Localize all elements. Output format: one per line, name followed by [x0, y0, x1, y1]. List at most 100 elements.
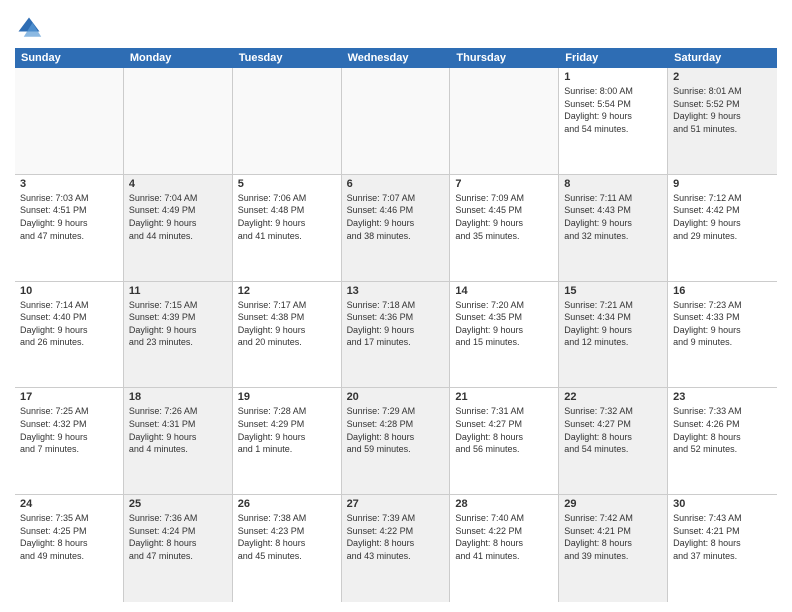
logo-icon — [15, 14, 43, 42]
calendar-cell: 5 Sunrise: 7:06 AM Sunset: 4:48 PM Daylig… — [233, 175, 342, 281]
calendar-cell: 18 Sunrise: 7:26 AM Sunset: 4:31 PM Dayli… — [124, 388, 233, 494]
cell-detail: Sunrise: 7:40 AM Sunset: 4:22 PM Dayligh… — [455, 512, 553, 562]
header — [15, 10, 777, 42]
calendar-cell: 22 Sunrise: 7:32 AM Sunset: 4:27 PM Dayli… — [559, 388, 668, 494]
calendar-cell: 15Sunrise: 7:21 AM Sunset: 4:34 PM Dayli… — [559, 282, 668, 388]
day-number: 27 — [347, 498, 445, 510]
calendar-row: 10 Sunrise: 7:14 AM Sunset: 4:40 PM Dayli… — [15, 282, 777, 389]
day-number: 30 — [673, 498, 772, 510]
calendar-body: 1 Sunrise: 8:00 AM Sunset: 5:54 PM Daylig… — [15, 68, 777, 602]
calendar-cell — [450, 68, 559, 174]
calendar-cell: 6 Sunrise: 7:07 AM Sunset: 4:46 PM Daylig… — [342, 175, 451, 281]
calendar-cell: 3 Sunrise: 7:03 AM Sunset: 4:51 PM Daylig… — [15, 175, 124, 281]
day-number: 4 — [129, 178, 227, 190]
day-number: 24 — [20, 498, 118, 510]
calendar-cell: 2 Sunrise: 8:01 AM Sunset: 5:52 PM Daylig… — [668, 68, 777, 174]
day-number: 1 — [564, 71, 662, 83]
calendar-cell: 26Sunrise: 7:38 AM Sunset: 4:23 PM Dayli… — [233, 495, 342, 602]
calendar-cell: 28 Sunrise: 7:40 AM Sunset: 4:22 PM Dayli… — [450, 495, 559, 602]
calendar-cell: 4 Sunrise: 7:04 AM Sunset: 4:49 PM Daylig… — [124, 175, 233, 281]
cell-detail: Sunrise: 7:12 AM Sunset: 4:42 PM Dayligh… — [673, 192, 772, 242]
weekday-header: Monday — [124, 48, 233, 68]
day-number: 17 — [20, 391, 118, 403]
cell-detail: Sunrise: 7:04 AM Sunset: 4:49 PM Dayligh… — [129, 192, 227, 242]
calendar-header: SundayMondayTuesdayWednesdayThursdayFrid… — [15, 48, 777, 68]
calendar-cell: 27 Sunrise: 7:39 AM Sunset: 4:22 PM Dayli… — [342, 495, 451, 602]
cell-detail: Sunrise: 7:26 AM Sunset: 4:31 PM Dayligh… — [129, 405, 227, 455]
weekday-header: Thursday — [450, 48, 559, 68]
cell-detail: Sunrise: 7:43 AM Sunset: 4:21 PM Dayligh… — [673, 512, 772, 562]
calendar-cell: 11 Sunrise: 7:15 AM Sunset: 4:39 PM Dayli… — [124, 282, 233, 388]
day-number: 11 — [129, 285, 227, 297]
calendar-cell — [15, 68, 124, 174]
calendar-cell: 10 Sunrise: 7:14 AM Sunset: 4:40 PM Dayli… — [15, 282, 124, 388]
calendar-cell — [342, 68, 451, 174]
calendar-row: 1 Sunrise: 8:00 AM Sunset: 5:54 PM Daylig… — [15, 68, 777, 175]
calendar-cell: 30 Sunrise: 7:43 AM Sunset: 4:21 PM Dayli… — [668, 495, 777, 602]
day-number: 3 — [20, 178, 118, 190]
cell-detail: Sunrise: 7:20 AM Sunset: 4:35 PM Dayligh… — [455, 299, 553, 349]
weekday-header: Friday — [559, 48, 668, 68]
weekday-header: Saturday — [668, 48, 777, 68]
day-number: 9 — [673, 178, 772, 190]
day-number: 28 — [455, 498, 553, 510]
day-number: 25 — [129, 498, 227, 510]
day-number: 15 — [564, 285, 662, 297]
day-number: 14 — [455, 285, 553, 297]
day-number: 21 — [455, 391, 553, 403]
cell-detail: Sunrise: 7:03 AM Sunset: 4:51 PM Dayligh… — [20, 192, 118, 242]
calendar-cell: 17 Sunrise: 7:25 AM Sunset: 4:32 PM Dayli… — [15, 388, 124, 494]
day-number: 18 — [129, 391, 227, 403]
day-number: 22 — [564, 391, 662, 403]
calendar-cell: 19 Sunrise: 7:28 AM Sunset: 4:29 PM Dayli… — [233, 388, 342, 494]
day-number: 20 — [347, 391, 445, 403]
weekday-header: Wednesday — [342, 48, 451, 68]
day-number: 7 — [455, 178, 553, 190]
calendar-cell: 12 Sunrise: 7:17 AM Sunset: 4:38 PM Dayli… — [233, 282, 342, 388]
cell-detail: Sunrise: 7:09 AM Sunset: 4:45 PM Dayligh… — [455, 192, 553, 242]
cell-detail: Sunrise: 7:17 AM Sunset: 4:38 PM Dayligh… — [238, 299, 336, 349]
calendar-row: 17 Sunrise: 7:25 AM Sunset: 4:32 PM Dayli… — [15, 388, 777, 495]
day-number: 23 — [673, 391, 772, 403]
day-number: 2 — [673, 71, 772, 83]
cell-detail: Sunrise: 7:33 AM Sunset: 4:26 PM Dayligh… — [673, 405, 772, 455]
cell-detail: Sunrise: 7:31 AM Sunset: 4:27 PM Dayligh… — [455, 405, 553, 455]
calendar-cell: 1 Sunrise: 8:00 AM Sunset: 5:54 PM Daylig… — [559, 68, 668, 174]
cell-detail: Sunrise: 7:11 AM Sunset: 4:43 PM Dayligh… — [564, 192, 662, 242]
day-number: 12 — [238, 285, 336, 297]
cell-detail: Sunrise: 7:36 AM Sunset: 4:24 PM Dayligh… — [129, 512, 227, 562]
day-number: 10 — [20, 285, 118, 297]
cell-detail: Sunrise: 7:42 AM Sunset: 4:21 PM Dayligh… — [564, 512, 662, 562]
calendar-cell: 23 Sunrise: 7:33 AM Sunset: 4:26 PM Dayli… — [668, 388, 777, 494]
cell-detail: Sunrise: 7:18 AM Sunset: 4:36 PM Dayligh… — [347, 299, 445, 349]
calendar-cell: 16Sunrise: 7:23 AM Sunset: 4:33 PM Dayli… — [668, 282, 777, 388]
day-number: 19 — [238, 391, 336, 403]
calendar-cell: 21 Sunrise: 7:31 AM Sunset: 4:27 PM Dayli… — [450, 388, 559, 494]
calendar-cell: 7 Sunrise: 7:09 AM Sunset: 4:45 PM Daylig… — [450, 175, 559, 281]
cell-detail: Sunrise: 7:14 AM Sunset: 4:40 PM Dayligh… — [20, 299, 118, 349]
calendar-cell: 20 Sunrise: 7:29 AM Sunset: 4:28 PM Dayli… — [342, 388, 451, 494]
cell-detail: Sunrise: 7:25 AM Sunset: 4:32 PM Dayligh… — [20, 405, 118, 455]
calendar-cell: 9 Sunrise: 7:12 AM Sunset: 4:42 PM Daylig… — [668, 175, 777, 281]
cell-detail: Sunrise: 7:07 AM Sunset: 4:46 PM Dayligh… — [347, 192, 445, 242]
cell-detail: Sunrise: 7:39 AM Sunset: 4:22 PM Dayligh… — [347, 512, 445, 562]
cell-detail: Sunrise: 7:15 AM Sunset: 4:39 PM Dayligh… — [129, 299, 227, 349]
calendar-cell: 29Sunrise: 7:42 AM Sunset: 4:21 PM Dayli… — [559, 495, 668, 602]
cell-detail: Sunrise: 7:29 AM Sunset: 4:28 PM Dayligh… — [347, 405, 445, 455]
calendar-cell: 24Sunrise: 7:35 AM Sunset: 4:25 PM Dayli… — [15, 495, 124, 602]
day-number: 16 — [673, 285, 772, 297]
day-number: 13 — [347, 285, 445, 297]
logo — [15, 14, 47, 42]
day-number: 6 — [347, 178, 445, 190]
calendar-row: 3 Sunrise: 7:03 AM Sunset: 4:51 PM Daylig… — [15, 175, 777, 282]
calendar-row: 24Sunrise: 7:35 AM Sunset: 4:25 PM Dayli… — [15, 495, 777, 602]
calendar-cell: 8Sunrise: 7:11 AM Sunset: 4:43 PM Daylig… — [559, 175, 668, 281]
day-number: 5 — [238, 178, 336, 190]
calendar-cell — [124, 68, 233, 174]
cell-detail: Sunrise: 7:32 AM Sunset: 4:27 PM Dayligh… — [564, 405, 662, 455]
cell-detail: Sunrise: 7:28 AM Sunset: 4:29 PM Dayligh… — [238, 405, 336, 455]
cell-detail: Sunrise: 8:00 AM Sunset: 5:54 PM Dayligh… — [564, 85, 662, 135]
cell-detail: Sunrise: 8:01 AM Sunset: 5:52 PM Dayligh… — [673, 85, 772, 135]
cell-detail: Sunrise: 7:06 AM Sunset: 4:48 PM Dayligh… — [238, 192, 336, 242]
calendar-cell — [233, 68, 342, 174]
